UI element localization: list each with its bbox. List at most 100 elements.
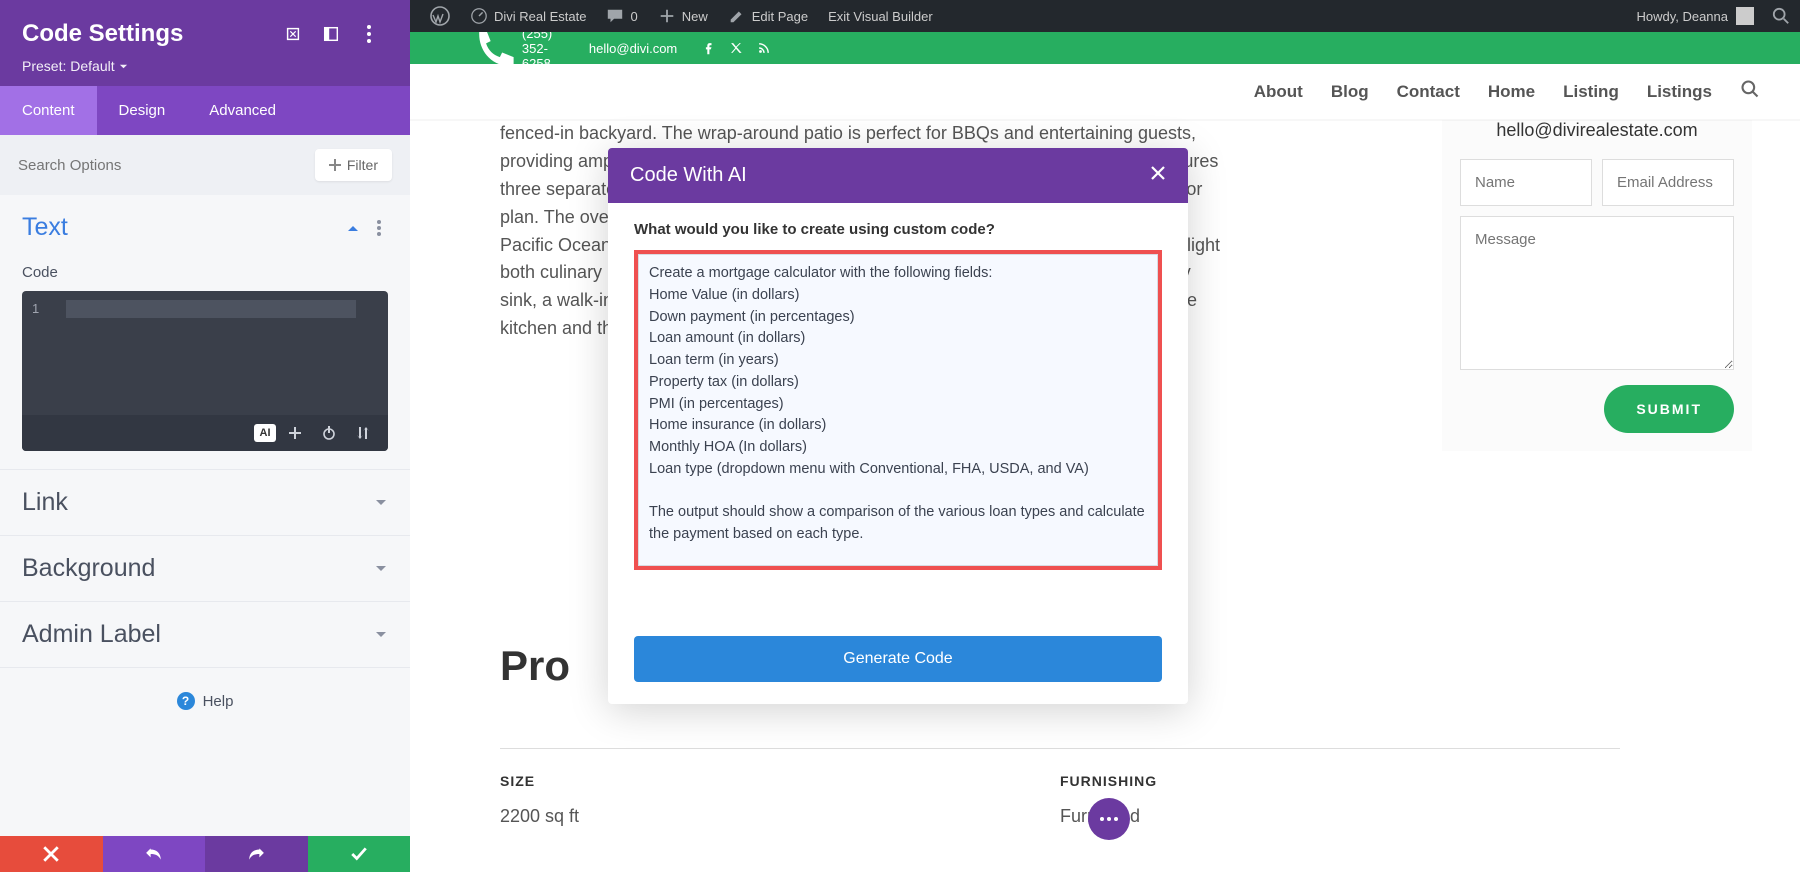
comment-icon (606, 7, 624, 25)
code-label: Code (22, 264, 388, 281)
more-icon (360, 25, 378, 43)
redo-button[interactable] (205, 836, 308, 872)
search-icon[interactable] (1772, 7, 1790, 25)
chevron-down-icon (374, 562, 388, 576)
search-icon (1740, 79, 1760, 99)
message-field[interactable] (1460, 216, 1734, 370)
furnishing-label: FURNISHING (1060, 771, 1620, 793)
nav-contact[interactable]: Contact (1397, 82, 1460, 102)
wordpress-icon (430, 6, 450, 26)
chevron-up-icon (346, 221, 360, 235)
site-link[interactable]: Divi Real Estate (460, 0, 596, 32)
kebab-button[interactable] (350, 18, 388, 50)
more-icon (377, 220, 381, 236)
section-text-title: Text (22, 213, 346, 242)
builder-fab[interactable] (1088, 798, 1130, 840)
snap-button[interactable] (312, 18, 350, 50)
avatar[interactable] (1736, 7, 1754, 25)
search-input[interactable] (18, 157, 315, 174)
nav-listing[interactable]: Listing (1563, 82, 1619, 102)
section-more[interactable] (370, 219, 388, 237)
preset-dropdown[interactable]: Preset: Default (22, 58, 388, 74)
phone-text: (255) 352-6258 (522, 26, 565, 71)
sort-button[interactable] (348, 420, 378, 446)
facebook-icon[interactable] (701, 41, 715, 55)
ai-prompt-input[interactable] (638, 254, 1158, 566)
tab-design[interactable]: Design (97, 86, 188, 135)
email-text: hello@divi.com (589, 41, 677, 56)
tab-content[interactable]: Content (0, 86, 97, 135)
section-link-header[interactable]: Link (0, 470, 410, 535)
main-nav: About Blog Contact Home Listing Listings (410, 64, 1800, 120)
wp-logo[interactable] (420, 0, 460, 32)
expand-button[interactable] (274, 18, 312, 50)
ai-modal-title: Code With AI (630, 164, 1150, 187)
dashboard-icon (470, 7, 488, 25)
x-icon[interactable] (729, 41, 743, 55)
expand-icon (284, 25, 302, 43)
nav-home[interactable]: Home (1488, 82, 1535, 102)
submit-button[interactable]: SUBMIT (1604, 385, 1734, 433)
cancel-button[interactable] (0, 836, 103, 872)
close-button[interactable] (1150, 164, 1166, 187)
ai-button[interactable]: AI (254, 424, 276, 442)
settings-header: Code Settings Preset: Default (0, 0, 410, 86)
pencil-icon (728, 7, 746, 25)
email-field[interactable] (1602, 159, 1734, 206)
new-label: New (682, 9, 708, 24)
comments-count: 0 (630, 9, 637, 24)
panel-icon (322, 25, 340, 43)
tab-advanced[interactable]: Advanced (187, 86, 298, 135)
edit-page-link[interactable]: Edit Page (718, 0, 818, 32)
settings-actions (0, 836, 410, 872)
section-background-title: Background (22, 554, 374, 583)
site-name: Divi Real Estate (494, 9, 586, 24)
settings-tabs: Content Design Advanced (0, 86, 410, 135)
contact-card: hello@divirealestate.com SUBMIT (1442, 120, 1752, 451)
new-link[interactable]: New (648, 0, 718, 32)
add-button[interactable] (280, 420, 310, 446)
email[interactable]: hello@divi.com (583, 41, 677, 56)
collapse-button[interactable] (346, 221, 360, 235)
exit-vb-link[interactable]: Exit Visual Builder (818, 0, 943, 32)
name-field[interactable] (1460, 159, 1592, 206)
contact-bar: (255) 352-6258 hello@divi.com (410, 32, 1800, 64)
nav-about[interactable]: About (1254, 82, 1303, 102)
section-admin-label-title: Admin Label (22, 620, 374, 649)
search-row: Filter (0, 135, 410, 195)
section-background-header[interactable]: Background (0, 536, 410, 601)
chevron-down-icon (374, 628, 388, 642)
undo-icon (145, 845, 163, 863)
undo-button[interactable] (103, 836, 206, 872)
section-admin-label-header[interactable]: Admin Label (0, 602, 410, 667)
ai-modal-header[interactable]: Code With AI (608, 148, 1188, 203)
filter-button[interactable]: Filter (315, 149, 392, 181)
help-label: Help (203, 693, 234, 710)
close-icon (42, 845, 60, 863)
chevron-down-icon (119, 62, 128, 71)
rss-icon[interactable] (757, 41, 771, 55)
code-editor[interactable]: 1 AI (22, 291, 388, 451)
power-icon (321, 425, 337, 441)
settings-title: Code Settings (22, 20, 274, 48)
help-link[interactable]: ? Help (0, 668, 410, 734)
nav-listings[interactable]: Listings (1647, 82, 1712, 102)
comments-link[interactable]: 0 (596, 0, 647, 32)
section-admin-label: Admin Label (0, 602, 410, 668)
section-link: Link (0, 470, 410, 536)
howdy-text[interactable]: Howdy, Deanna (1636, 9, 1728, 24)
filter-label: Filter (347, 157, 378, 173)
active-line (66, 300, 356, 318)
generate-code-button[interactable]: Generate Code (634, 636, 1162, 682)
section-background: Background (0, 536, 410, 602)
nav-blog[interactable]: Blog (1331, 82, 1369, 102)
nav-search-button[interactable] (1740, 79, 1760, 104)
edit-page-label: Edit Page (752, 9, 808, 24)
exit-vb-label: Exit Visual Builder (828, 9, 933, 24)
plus-icon (658, 7, 676, 25)
section-text-header[interactable]: Text (0, 195, 410, 260)
save-button[interactable] (308, 836, 411, 872)
close-icon (1150, 165, 1166, 181)
power-button[interactable] (314, 420, 344, 446)
wp-admin-bar: Divi Real Estate 0 New Edit Page Exit Vi… (410, 0, 1800, 32)
